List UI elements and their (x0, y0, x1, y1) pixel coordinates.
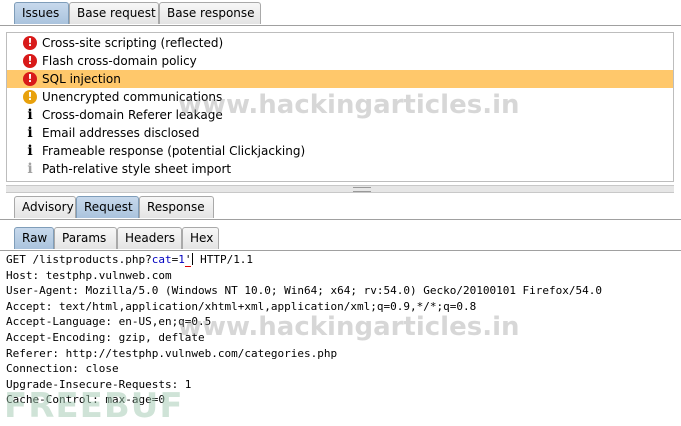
issue-label: Cross-site scripting (reflected) (42, 36, 224, 50)
header-line: Cache-Control: max-age=0 (6, 393, 165, 407)
issue-label: Frameable response (potential Clickjacki… (42, 144, 306, 158)
header-line: Connection: close (6, 362, 119, 376)
header-line: Accept-Encoding: gzip, deflate (6, 330, 205, 344)
tab-advisory[interactable]: Advisory (14, 196, 76, 218)
header-line: Accept-Language: en-US,en;q=0.5 (6, 315, 212, 329)
pane-splitter[interactable] (6, 185, 674, 193)
tab-response[interactable]: Response (139, 196, 214, 218)
header-line: User-Agent: Mozilla/5.0 (Windows NT 10.0… (6, 284, 603, 298)
exclamation-orange-icon: ! (23, 90, 37, 104)
param-value: 1 (178, 253, 185, 266)
info-icon: i (27, 107, 33, 123)
issue-row-path-relative[interactable]: i Path-relative style sheet import (7, 160, 673, 178)
tab-base-request[interactable]: Base request (69, 2, 159, 24)
exclamation-red-icon: ! (23, 36, 37, 50)
header-line: Referer: http://testphp.vulnweb.com/cate… (6, 346, 338, 360)
issue-row-xss[interactable]: ! Cross-site scripting (reflected) (7, 34, 673, 52)
info-icon: i (27, 125, 33, 141)
header-line: Accept: text/html,application/xhtml+xml,… (6, 299, 477, 313)
issue-label: Unencrypted communications (42, 90, 223, 104)
issue-label: Flash cross-domain policy (42, 54, 197, 68)
detail-tab-bar: Advisory Request Response (0, 194, 681, 219)
issue-row-frameable[interactable]: i Frameable response (potential Clickjac… (7, 142, 673, 160)
raw-request-editor[interactable]: GET /listproducts.php?cat=1' HTTP/1.1 Hos… (6, 252, 676, 412)
tab-params[interactable]: Params (54, 227, 117, 249)
tab-base-response[interactable]: Base response (159, 2, 261, 24)
top-tab-bar: Issues Base request Base response (0, 0, 681, 25)
view-tab-divider (0, 250, 681, 251)
view-tab-bar: Raw Params Headers Hex (0, 225, 681, 250)
injected-quote: ' (184, 253, 192, 267)
tab-request[interactable]: Request (76, 196, 139, 218)
tab-headers[interactable]: Headers (117, 227, 182, 249)
issue-label: Email addresses disclosed (42, 126, 200, 140)
top-tab-divider (0, 25, 681, 26)
detail-tab-divider (0, 219, 681, 220)
info-light-icon: i (27, 161, 33, 177)
splitter-grip[interactable] (353, 187, 371, 192)
tab-raw[interactable]: Raw (14, 227, 54, 249)
issue-row-referer[interactable]: i Cross-domain Referer leakage (7, 106, 673, 124)
info-icon: i (27, 143, 33, 159)
issue-row-flash[interactable]: ! Flash cross-domain policy (7, 52, 673, 70)
request-line: GET /listproducts.php?cat=1' HTTP/1.1 (6, 253, 254, 267)
tab-issues[interactable]: Issues (14, 2, 69, 24)
issue-label: SQL injection (42, 72, 121, 86)
issue-row-unencrypted[interactable]: ! Unencrypted communications (7, 88, 673, 106)
issues-list[interactable]: ! Cross-site scripting (reflected) ! Fla… (6, 32, 674, 182)
issue-label: Path-relative style sheet import (42, 162, 232, 176)
param-name: cat (151, 253, 172, 266)
exclamation-red-icon: ! (23, 72, 37, 86)
issue-row-sqli[interactable]: ! SQL injection (7, 70, 673, 88)
issue-label: Cross-domain Referer leakage (42, 108, 223, 122)
header-line: Host: testphp.vulnweb.com (6, 268, 172, 282)
header-line: Upgrade-Insecure-Requests: 1 (6, 377, 192, 391)
tab-hex[interactable]: Hex (182, 227, 219, 249)
issue-row-email[interactable]: i Email addresses disclosed (7, 124, 673, 142)
exclamation-red-icon: ! (23, 54, 37, 68)
